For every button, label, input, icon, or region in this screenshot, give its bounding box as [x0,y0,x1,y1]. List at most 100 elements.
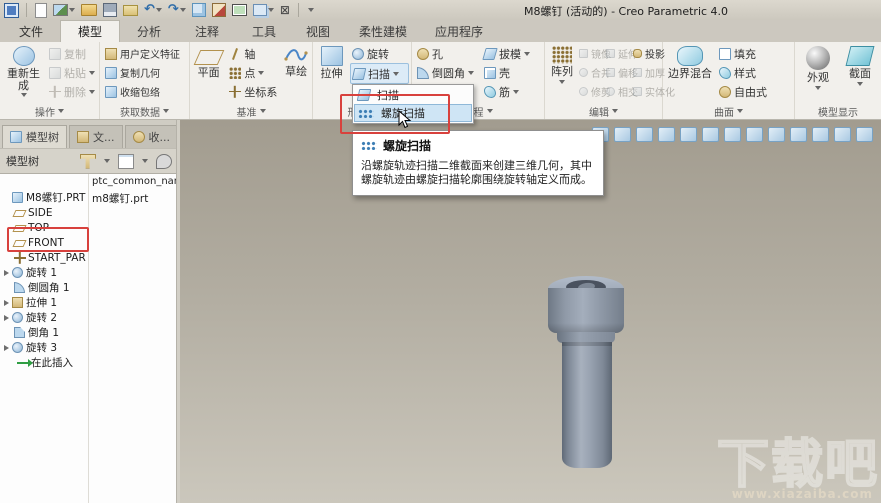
section-icon[interactable] [680,127,697,142]
display-quick-button[interactable] [231,2,247,18]
view-manager-icon[interactable] [724,127,741,142]
common-name-column-header[interactable]: ptc_common_name [92,176,178,187]
expand-icon[interactable] [4,269,9,276]
intersect-button[interactable]: 相交 [606,82,638,101]
datum-csys-display-icon[interactable] [812,127,829,142]
pattern-button[interactable]: 阵列 [548,44,576,103]
tab-applications[interactable]: 应用程序 [422,20,496,42]
boundary-blend-button[interactable]: 边界混合 [666,44,714,103]
expand-icon[interactable] [4,344,9,351]
group-label-editing[interactable]: 编辑 [545,104,662,119]
app-icon[interactable] [4,2,19,18]
appearance-button[interactable]: 外观 [798,44,838,103]
delete-button[interactable]: 删除 [47,82,97,101]
spin-center-icon[interactable] [856,127,873,142]
round-button[interactable]: 倒圆角 [415,63,479,82]
regenerate-button[interactable]: 重新生成 [3,44,44,103]
datum-axis-display-icon[interactable] [746,127,763,142]
new-file-button[interactable] [35,2,47,18]
redo-button[interactable]: ↷ [168,2,186,18]
shade-with-edges-icon[interactable] [658,127,675,142]
tree-row-revolve2[interactable]: 旋转 2 [0,310,178,325]
tree-filters-icon[interactable] [80,153,96,169]
expand-icon[interactable] [4,299,9,306]
save-button[interactable] [103,2,117,18]
tree-row-csys[interactable]: START_PAR [0,250,178,265]
caret-down-icon[interactable] [104,159,110,163]
caret-down-icon[interactable] [142,159,148,163]
group-label-datum[interactable]: 基准 [190,104,312,119]
tab-tools[interactable]: 工具 [236,20,292,42]
paste-button[interactable]: 粘贴 [47,63,97,82]
copy-button[interactable]: 复制 [47,44,97,63]
project-button[interactable]: 投影 [633,44,665,63]
datum-csys-button[interactable]: 坐标系 [227,82,279,101]
annotate-quick-button[interactable] [211,2,226,18]
tab-file[interactable]: 文件 [2,20,60,42]
zoom-in-icon[interactable] [614,127,631,142]
thicken-button[interactable]: 加厚 [633,63,665,82]
customize-qat-button[interactable] [307,2,314,18]
tab-model[interactable]: 模型 [60,20,120,42]
datum-plane-button[interactable]: 平面 [193,44,224,103]
tree-columns-icon[interactable] [118,153,134,169]
regenerate-quick-button[interactable] [191,2,206,18]
tree-row-revolve3[interactable]: 旋转 3 [0,340,178,355]
tree-row-chamfer1[interactable]: 倒角 1 [0,325,178,340]
tab-annotate[interactable]: 注释 [178,20,236,42]
section-button[interactable]: 截面 [841,44,879,103]
group-label-model-display[interactable]: 模型显示 [795,104,881,119]
annotation-display-icon[interactable] [834,127,851,142]
datum-axis-button[interactable]: 轴 [227,44,279,63]
mail-button[interactable] [123,2,138,18]
datum-plane-display-icon[interactable] [768,127,785,142]
tree-row-extrude1[interactable]: 拉伸 1 [0,295,178,310]
udf-button[interactable]: 用户定义特征 [103,44,182,63]
extend-button[interactable]: 延伸 [606,44,638,63]
open-session-button[interactable] [53,2,75,18]
tab-model-tree[interactable]: 模型树 [2,125,67,148]
offset-button[interactable]: 偏移 [606,63,638,82]
group-label-operations[interactable]: 操作 [0,104,99,119]
sketch-label: 草绘 [285,65,308,78]
group-label-get-data[interactable]: 获取数据 [100,104,189,119]
freestyle-button[interactable]: 自由式 [717,82,781,101]
display-style-icon[interactable] [636,127,653,142]
draft-button[interactable]: 拔模 [482,44,540,63]
saved-orientations-icon[interactable] [702,127,719,142]
hole-button[interactable]: 孔 [415,44,479,63]
merge-button[interactable]: 合并 [579,63,611,82]
datum-point-button[interactable]: 点 [227,63,279,82]
close-window-button[interactable]: ⊠ [280,2,290,18]
tree-settings-icon[interactable] [156,153,172,169]
style-button[interactable]: 样式 [717,63,781,82]
solidify-button[interactable]: 实体化 [633,82,675,101]
undo-button[interactable]: ↶ [144,2,162,18]
fill-button[interactable]: 填充 [717,44,781,63]
shrinkwrap-button[interactable]: 收缩包络 [103,82,182,101]
tree-row-insert-here[interactable]: 在此插入 [0,355,178,370]
tab-view[interactable]: 视图 [292,20,344,42]
revolve-button[interactable]: 旋转 [350,44,409,63]
rib-button[interactable]: 筋 [482,82,540,101]
mirror-button[interactable]: 镜像 [579,44,611,63]
open-button[interactable] [81,2,97,18]
trim-button[interactable]: 修剪 [579,82,611,101]
sweep-button[interactable]: 扫描 [350,63,409,84]
tree-row-side[interactable]: SIDE [0,205,178,220]
copy-geometry-button[interactable]: 复制几何 [103,63,182,82]
datum-point-display-icon[interactable] [790,127,807,142]
windows-button[interactable] [252,2,274,18]
sketch-button[interactable]: 草绘 [282,44,310,103]
tree-row-round1[interactable]: 倒圆角 1 [0,280,178,295]
shell-button[interactable]: 壳 [482,63,540,82]
tree-row-revolve1[interactable]: 旋转 1 [0,265,178,280]
tab-flexible-modeling[interactable]: 柔性建模 [344,20,422,42]
shell-icon [484,66,496,79]
tab-favorites[interactable]: 收... [124,125,178,148]
group-label-surfaces[interactable]: 曲面 [663,104,794,119]
tree-row-part[interactable]: M8螺钉.PRT m8螺钉.prt [0,190,178,205]
expand-icon[interactable] [4,314,9,321]
tab-analysis[interactable]: 分析 [120,20,178,42]
tab-folder-browser[interactable]: 文... [69,125,123,148]
